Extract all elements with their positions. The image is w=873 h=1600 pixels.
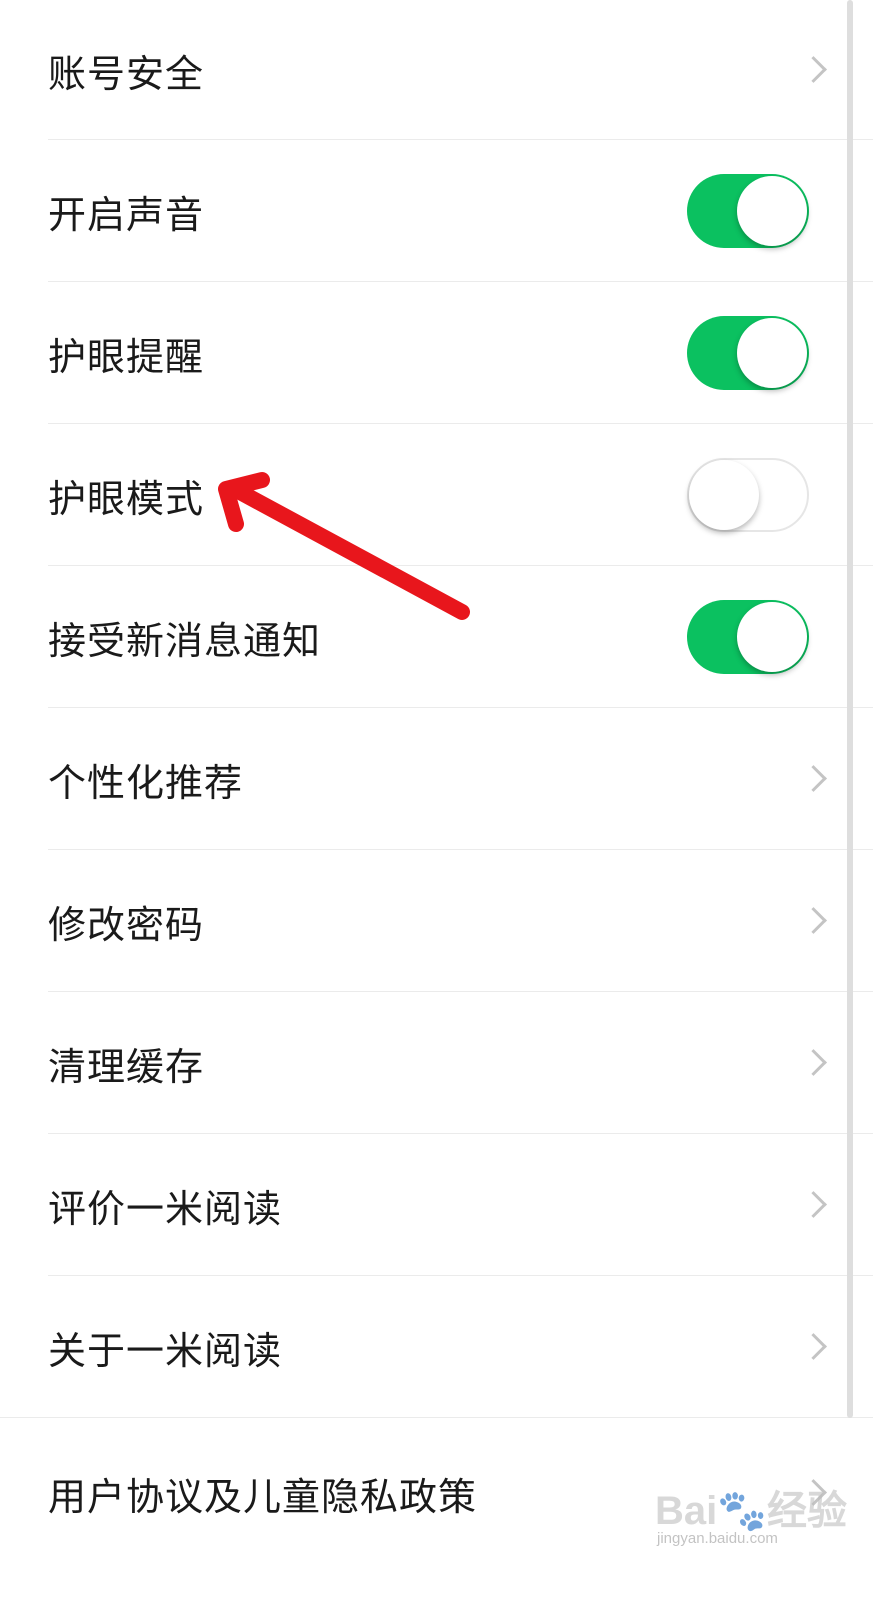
settings-list: 账号安全 开启声音 护眼提醒 护眼模式 接受新消息通知 个性化推荐 修改密码 清… (0, 0, 873, 1568)
settings-row-rate-app[interactable]: 评价一米阅读 (0, 1134, 873, 1276)
row-label: 评价一米阅读 (48, 1186, 283, 1231)
row-label: 用户协议及儿童隐私政策 (48, 1474, 478, 1519)
settings-row-eye-mode: 护眼模式 (0, 424, 873, 566)
chevron-right-icon (800, 765, 827, 792)
baidu-watermark: Bai🐾经验 jingyan.baidu.com (655, 1470, 855, 1560)
eye-mode-toggle[interactable] (687, 458, 809, 532)
chevron-right-icon (800, 1191, 827, 1218)
settings-row-personalized[interactable]: 个性化推荐 (0, 708, 873, 850)
row-label: 修改密码 (48, 902, 205, 947)
baidu-paw-icon: Bai🐾经验 (655, 1489, 848, 1533)
watermark-url: jingyan.baidu.com (657, 1530, 778, 1547)
toggle-knob (689, 460, 759, 530)
chevron-right-icon (800, 1333, 827, 1360)
row-label: 关于一米阅读 (48, 1328, 283, 1373)
scrollbar[interactable] (847, 0, 853, 1418)
row-label: 清理缓存 (48, 1044, 205, 1089)
chevron-right-icon (800, 56, 827, 83)
eye-reminder-toggle[interactable] (687, 316, 809, 390)
row-label: 开启声音 (48, 192, 205, 237)
settings-row-clear-cache[interactable]: 清理缓存 (0, 992, 873, 1134)
row-label: 护眼模式 (48, 476, 205, 521)
toggle-knob (737, 318, 807, 388)
settings-row-sound: 开启声音 (0, 140, 873, 282)
settings-row-about[interactable]: 关于一米阅读 (0, 1276, 873, 1418)
toggle-knob (737, 176, 807, 246)
settings-row-account-security[interactable]: 账号安全 (0, 0, 873, 140)
row-label: 账号安全 (48, 51, 205, 96)
settings-row-notifications: 接受新消息通知 (0, 566, 873, 708)
row-label: 护眼提醒 (48, 334, 205, 379)
notifications-toggle[interactable] (687, 600, 809, 674)
row-label: 个性化推荐 (48, 760, 244, 805)
settings-screen: 账号安全 开启声音 护眼提醒 护眼模式 接受新消息通知 个性化推荐 修改密码 清… (0, 0, 873, 1600)
chevron-right-icon (800, 907, 827, 934)
toggle-knob (737, 602, 807, 672)
row-label: 接受新消息通知 (48, 618, 322, 663)
sound-toggle[interactable] (687, 174, 809, 248)
settings-row-eye-reminder: 护眼提醒 (0, 282, 873, 424)
settings-row-change-password[interactable]: 修改密码 (0, 850, 873, 992)
chevron-right-icon (800, 1049, 827, 1076)
